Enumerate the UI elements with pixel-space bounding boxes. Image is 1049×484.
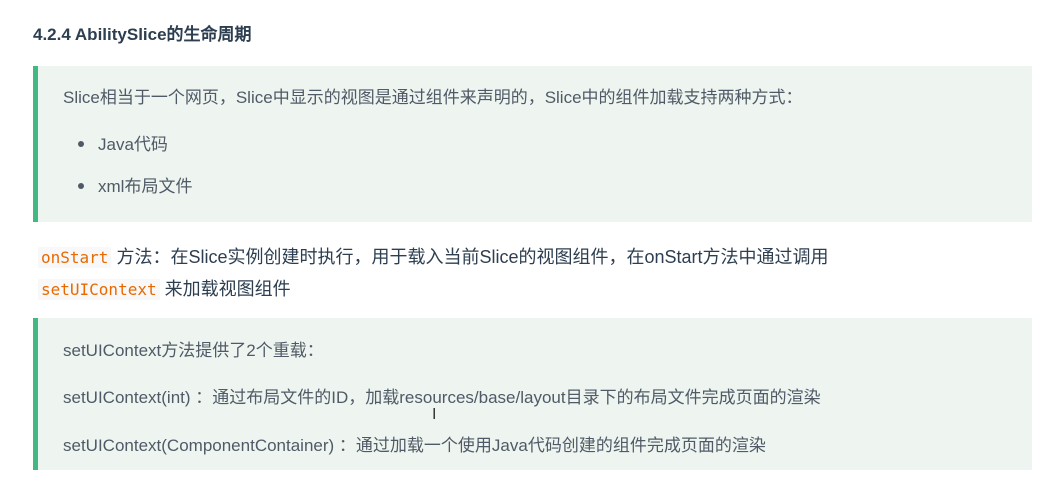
tip-line-3: setUIContext(ComponentContainer) ：通过加载一个… — [63, 436, 766, 455]
text-cursor-icon: I — [432, 406, 437, 423]
paragraph-line-2: setUIContext 来加载视图组件 — [38, 275, 291, 301]
bullet-dot-icon — [78, 182, 84, 189]
tip-line-2: setUIContext(int) ：通过布局文件的ID，加载resources… — [63, 388, 821, 407]
tip-intro: Slice相当于一个网页，Slice中显示的视图是通过组件来声明的，Slice中… — [63, 88, 803, 107]
tip-block-slice: Slice相当于一个网页，Slice中显示的视图是通过组件来声明的，Slice中… — [33, 66, 1032, 222]
paragraph-line-1: onStart 方法：在Slice实例创建时执行，用于载入当前Slice的视图组… — [38, 243, 829, 269]
list-item: Java代码 — [78, 130, 168, 155]
paragraph-text-1: 方法：在Slice实例创建时执行，用于载入当前Slice的视图组件，在onSta… — [116, 247, 829, 267]
inline-code-onstart: onStart — [38, 247, 112, 268]
bullet-dot-icon — [78, 140, 84, 147]
tip-block-overloads: setUIContext方法提供了2个重载： setUIContext(int)… — [33, 318, 1032, 470]
section-heading: 4.2.4 AbilitySlice的生命周期 — [33, 25, 252, 44]
inline-code-setuicontext: setUIContext — [38, 279, 160, 300]
paragraph-text-2: 来加载视图组件 — [164, 279, 291, 299]
tip-line-1: setUIContext方法提供了2个重载： — [63, 341, 324, 360]
list-item: xml布局文件 — [78, 172, 192, 197]
